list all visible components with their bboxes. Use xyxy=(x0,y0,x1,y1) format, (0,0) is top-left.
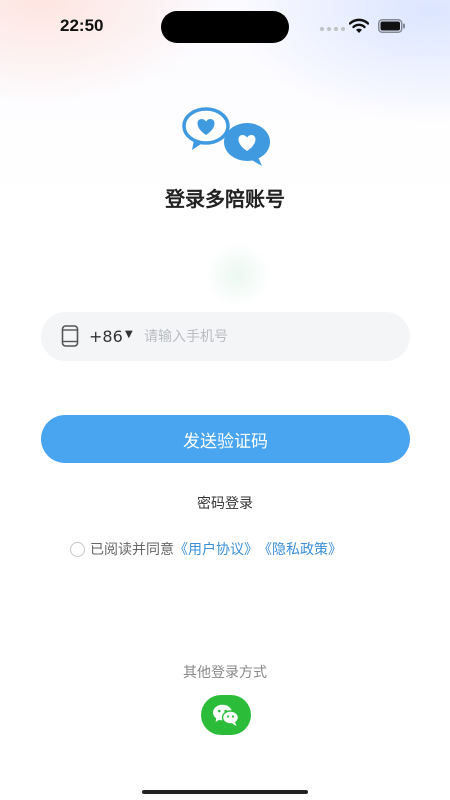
agree-checkbox[interactable] xyxy=(70,541,85,557)
chat-hearts-icon xyxy=(182,107,270,166)
country-code-selector[interactable]: +86 xyxy=(89,327,123,346)
signal-dots-icon xyxy=(320,27,345,31)
agreement-prefix: 已阅读并同意 xyxy=(90,542,174,558)
wechat-login-button[interactable] xyxy=(201,695,251,735)
battery-icon xyxy=(378,19,405,33)
send-code-button[interactable]: 发送验证码 xyxy=(41,415,410,463)
privacy-policy-link[interactable]: 《隐私政策》 xyxy=(258,539,342,559)
password-login-link[interactable]: 密码登录 xyxy=(0,493,450,513)
status-bar: 22:50 xyxy=(0,0,450,54)
background-watermark xyxy=(205,242,271,308)
agreement-row: 已阅读并同意 《用户协议》 《隐私政策》 xyxy=(70,540,342,558)
phone-icon xyxy=(61,325,79,347)
status-time: 22:50 xyxy=(60,16,104,35)
home-indicator[interactable] xyxy=(142,790,308,794)
dynamic-island xyxy=(161,11,289,43)
page-title: 登录多陪账号 xyxy=(165,187,285,211)
chevron-down-icon[interactable]: ▼ xyxy=(125,329,133,340)
user-agreement-link[interactable]: 《用户协议》 xyxy=(174,539,258,559)
phone-input-row: +86 ▼ xyxy=(41,312,410,361)
wechat-icon xyxy=(213,704,240,726)
wifi-icon xyxy=(349,18,369,33)
other-login-label: 其他登录方式 xyxy=(183,665,267,681)
phone-number-input[interactable] xyxy=(144,324,394,350)
